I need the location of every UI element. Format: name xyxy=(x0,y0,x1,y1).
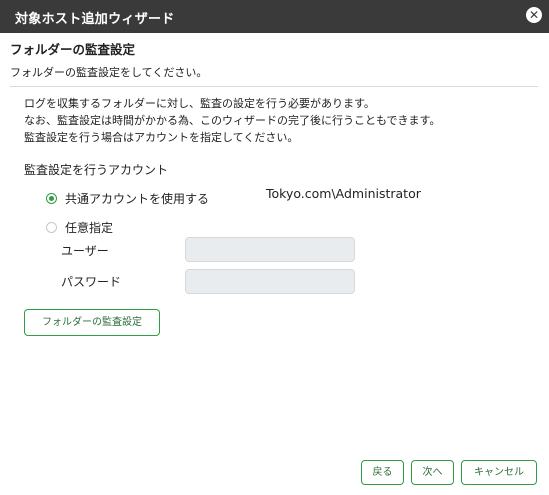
description-line: 監査設定を行う場合はアカウントを指定してください。 xyxy=(24,131,299,144)
password-label: パスワード xyxy=(61,275,122,289)
password-field[interactable] xyxy=(185,269,355,294)
next-button[interactable]: 次へ xyxy=(411,460,454,485)
common-account-value: Tokyo.com\Administrator xyxy=(266,186,421,201)
divider xyxy=(10,86,538,87)
back-button[interactable]: 戻る xyxy=(361,460,404,485)
cancel-button[interactable]: キャンセル xyxy=(461,460,537,485)
radio-button-unchecked[interactable] xyxy=(46,222,57,233)
dialog-titlebar: 対象ホスト追加ウィザード ✕ xyxy=(0,0,549,33)
radio-common-account[interactable]: 共通アカウントを使用する xyxy=(46,190,209,207)
radio-button-checked[interactable] xyxy=(46,193,57,204)
radio-label: 任意指定 xyxy=(65,221,114,235)
dialog-title: 対象ホスト追加ウィザード xyxy=(15,12,175,27)
page-heading: フォルダーの監査設定 xyxy=(10,42,136,57)
description-line: ログを収集するフォルダーに対し、監査の設定を行う必要があります。 xyxy=(24,97,375,110)
description-line: なお、監査設定は時間がかかる為、このウィザードの完了後に行うこともできます。 xyxy=(24,114,441,127)
page-subheading: フォルダーの監査設定をしてください。 xyxy=(10,66,208,79)
account-section-label: 監査設定を行うアカウント xyxy=(24,163,169,177)
close-icon[interactable]: ✕ xyxy=(526,7,542,23)
user-label: ユーザー xyxy=(61,244,109,258)
radio-custom-account[interactable]: 任意指定 xyxy=(46,219,113,236)
folder-audit-button[interactable]: フォルダーの監査設定 xyxy=(24,309,160,336)
user-field[interactable] xyxy=(185,237,355,262)
radio-label: 共通アカウントを使用する xyxy=(65,192,210,206)
description-text: ログを収集するフォルダーに対し、監査の設定を行う必要があります。 なお、監査設定… xyxy=(24,95,440,146)
